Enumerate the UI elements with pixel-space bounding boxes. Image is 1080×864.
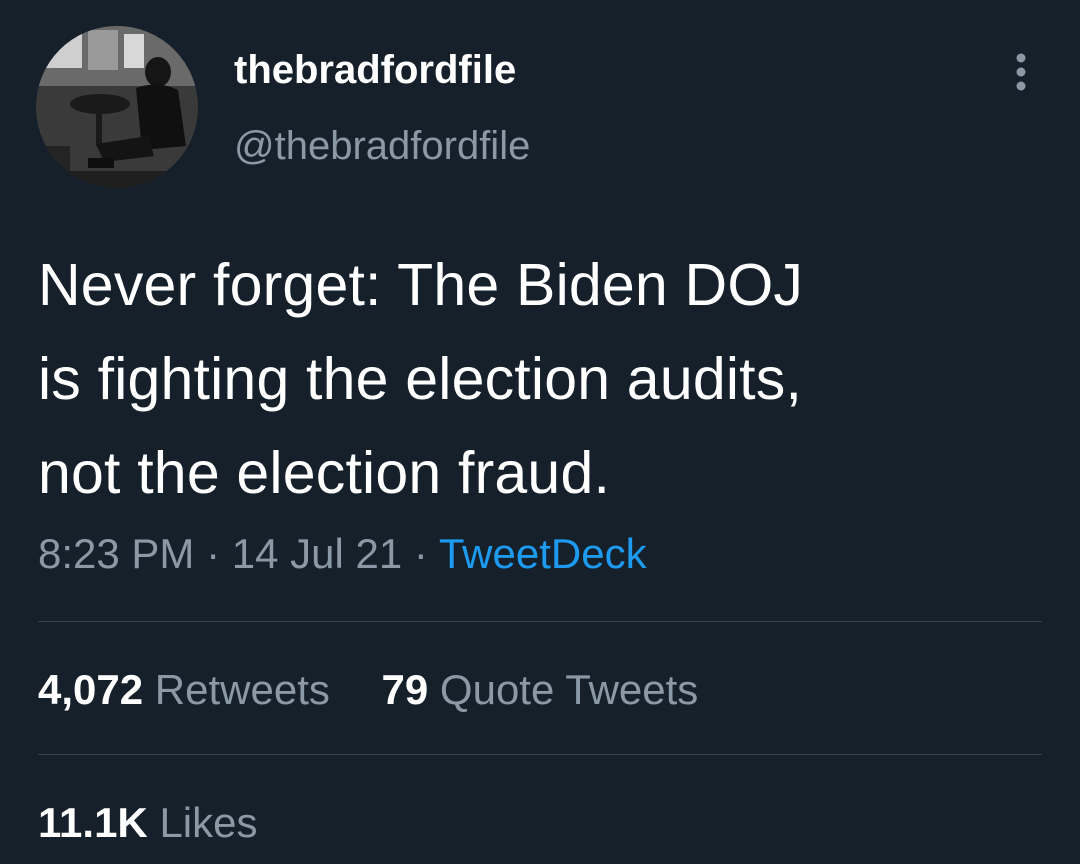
likes-count: 11.1K: [38, 799, 148, 846]
profile-photo-image: [36, 26, 198, 188]
divider: [38, 621, 1042, 622]
tweet-text-line: is fighting the election audits,: [38, 346, 803, 412]
likes-label: Likes: [159, 799, 258, 846]
author-display-name[interactable]: thebradfordfile: [234, 44, 516, 96]
engagement-stats-row: 4,072 Retweets 79 Quote Tweets: [38, 662, 698, 718]
retweets-count: 4,072: [38, 666, 144, 713]
more-vertical-icon: [1016, 53, 1026, 91]
tweet-metadata: 8:23 PM · 14 Jul 21 · TweetDeck: [38, 526, 647, 582]
likes-stat[interactable]: 11.1K Likes: [38, 799, 258, 846]
tweet-text: Never forget: The Biden DOJ is fighting …: [38, 238, 1048, 520]
author-handle[interactable]: @thebradfordfile: [234, 120, 530, 172]
tweet-text-line: Never forget: The Biden DOJ: [38, 252, 804, 318]
divider: [38, 754, 1042, 755]
tweet-time[interactable]: 8:23 PM: [38, 530, 194, 577]
avatar[interactable]: [36, 26, 198, 188]
tweet-date[interactable]: 14 Jul 21: [232, 530, 402, 577]
meta-separator: ·: [206, 530, 221, 577]
quote-tweets-count: 79: [381, 666, 429, 713]
tweet-text-line: not the election fraud.: [38, 440, 611, 506]
tweet-detail: thebradfordfile @thebradfordfile Never f…: [0, 0, 1080, 864]
tweet-source-link[interactable]: TweetDeck: [439, 530, 647, 577]
retweets-label: Retweets: [154, 666, 330, 713]
retweets-stat[interactable]: 4,072 Retweets: [38, 666, 342, 713]
quote-tweets-stat[interactable]: 79 Quote Tweets: [382, 666, 699, 713]
likes-stats-row: 11.1K Likes: [38, 795, 258, 851]
quote-tweets-label: Quote Tweets: [439, 666, 699, 713]
more-options-button[interactable]: [1004, 48, 1038, 96]
meta-separator: ·: [413, 530, 428, 577]
